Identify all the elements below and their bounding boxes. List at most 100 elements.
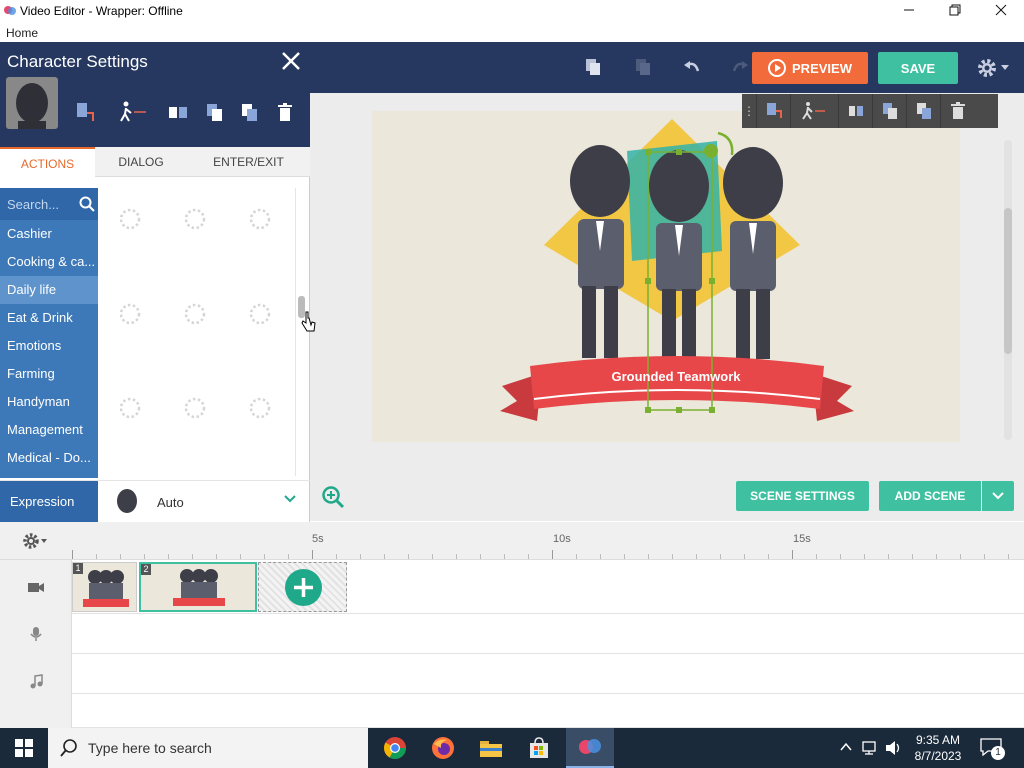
category-item[interactable]: Medical - Do... xyxy=(0,444,98,472)
flip-icon xyxy=(848,106,863,116)
swap-character-button[interactable] xyxy=(72,99,98,125)
category-item[interactable]: Handyman xyxy=(0,388,98,416)
taskbar-file-explorer[interactable] xyxy=(467,728,515,768)
zoom-in-icon[interactable] xyxy=(321,485,345,509)
loading-spinner-icon[interactable] xyxy=(248,302,272,326)
copy-scene-button[interactable] xyxy=(582,56,604,78)
close-window-button[interactable] xyxy=(978,0,1024,24)
expression-row[interactable]: Expression Auto xyxy=(0,480,310,523)
loading-spinner-icon[interactable] xyxy=(118,396,142,420)
ruler-tick xyxy=(432,554,433,559)
flip-button[interactable] xyxy=(165,99,191,125)
add-scene-slot[interactable] xyxy=(258,562,347,612)
character-avatar[interactable] xyxy=(6,77,58,129)
ruler-tick xyxy=(120,554,121,559)
ruler-tick xyxy=(840,554,841,559)
loading-spinner-icon[interactable] xyxy=(248,207,272,231)
chevron-up-icon[interactable] xyxy=(840,742,852,752)
scene-canvas[interactable]: Grounded Teamwork xyxy=(372,111,960,442)
music-note-icon xyxy=(30,674,43,689)
scene-number: 1 xyxy=(73,563,83,574)
chevron-down-icon[interactable] xyxy=(284,495,296,503)
category-item[interactable]: Farming xyxy=(0,360,98,388)
tab-enter-exit[interactable]: ENTER/EXIT xyxy=(187,147,310,177)
save-button[interactable]: SAVE xyxy=(878,52,958,84)
restore-icon xyxy=(949,4,961,16)
category-item-selected[interactable]: Daily life xyxy=(0,276,98,304)
expression-select[interactable]: Auto xyxy=(157,495,184,510)
tab-dialog[interactable]: DIALOG xyxy=(95,147,187,177)
ruler-tick xyxy=(336,554,337,559)
windows-logo-icon xyxy=(15,739,33,757)
timeline-ruler[interactable]: 5s 10s 15s xyxy=(0,522,1024,560)
object-toolbar: ⋮ xyxy=(742,94,998,128)
category-search[interactable]: Search... xyxy=(0,188,98,220)
taskbar-search[interactable]: Type here to search xyxy=(48,728,368,768)
paste-button[interactable] xyxy=(632,56,654,78)
restore-button[interactable] xyxy=(932,0,978,24)
category-item[interactable]: Cashier xyxy=(0,220,98,248)
loading-spinner-icon[interactable] xyxy=(118,302,142,326)
swap-character-button[interactable] xyxy=(756,94,790,128)
paste-button[interactable] xyxy=(237,99,263,125)
category-item[interactable]: Management xyxy=(0,416,98,444)
taskbar-search-input[interactable]: Type here to search xyxy=(88,740,212,756)
category-item[interactable]: Cooking & ca... xyxy=(0,248,98,276)
paste-object-button[interactable] xyxy=(906,94,940,128)
loading-spinner-icon[interactable] xyxy=(183,396,207,420)
close-icon[interactable] xyxy=(280,50,302,72)
delete-button[interactable] xyxy=(272,99,298,125)
minimize-button[interactable] xyxy=(886,0,932,24)
preview-button[interactable]: PREVIEW xyxy=(752,52,868,84)
copy-button[interactable] xyxy=(202,99,228,125)
delete-object-button[interactable] xyxy=(940,94,974,128)
network-icon[interactable] xyxy=(862,740,880,756)
start-button[interactable] xyxy=(0,728,48,768)
taskbar-store[interactable] xyxy=(515,728,563,768)
undo-button[interactable] xyxy=(681,56,703,78)
motion-path-button[interactable] xyxy=(116,99,152,125)
track-labels xyxy=(0,560,72,728)
loading-spinner-icon[interactable] xyxy=(248,396,272,420)
flip-button[interactable] xyxy=(838,94,872,128)
add-scene-dropdown-button[interactable] xyxy=(982,481,1014,511)
chevron-down-icon xyxy=(992,492,1004,500)
menu-home[interactable]: Home xyxy=(6,26,38,40)
taskbar-video-editor[interactable] xyxy=(566,728,614,768)
settings-menu-button[interactable] xyxy=(976,56,1012,80)
system-clock[interactable]: 9:35 AM 8/7/2023 xyxy=(905,732,971,764)
scene-thumbnail-selected[interactable]: 2 xyxy=(139,562,257,612)
search-input[interactable]: Search... xyxy=(7,197,59,212)
loading-spinner-icon[interactable] xyxy=(183,302,207,326)
ruler-tick xyxy=(192,554,193,559)
redo-button[interactable] xyxy=(729,56,751,78)
category-item[interactable]: Emotions xyxy=(0,332,98,360)
gear-icon[interactable] xyxy=(22,532,50,550)
ruler-tick xyxy=(312,550,313,559)
copy-object-button[interactable] xyxy=(872,94,906,128)
scene-settings-button[interactable]: SCENE SETTINGS xyxy=(736,481,869,511)
scene-thumbnail[interactable]: 1 xyxy=(72,562,137,612)
taskbar-firefox[interactable] xyxy=(419,728,467,768)
ruler-tick xyxy=(96,554,97,559)
redo-icon xyxy=(732,61,748,72)
firefox-icon xyxy=(432,737,454,759)
character-left[interactable] xyxy=(570,145,630,358)
taskbar-chrome[interactable] xyxy=(371,728,419,768)
stage-scrollbar-thumb[interactable] xyxy=(1004,208,1012,354)
motion-path-button[interactable] xyxy=(790,94,838,128)
tab-actions[interactable]: ACTIONS xyxy=(0,147,95,178)
loading-spinner-icon[interactable] xyxy=(183,207,207,231)
add-scene-plus-button[interactable] xyxy=(285,569,322,606)
panel-header: Character Settings xyxy=(0,43,310,147)
drag-handle-icon[interactable]: ⋮ xyxy=(742,94,756,128)
character-right[interactable] xyxy=(723,147,783,359)
category-item[interactable]: Eat & Drink xyxy=(0,304,98,332)
ruler-tick xyxy=(624,554,625,559)
add-scene-button[interactable]: ADD SCENE xyxy=(879,481,981,511)
notification-center-button[interactable]: 1 xyxy=(980,738,1006,760)
window-title: Video Editor - Wrapper: Offline xyxy=(20,4,183,18)
character-middle[interactable] xyxy=(649,150,709,359)
volume-icon[interactable] xyxy=(885,740,903,756)
loading-spinner-icon[interactable] xyxy=(118,207,142,231)
